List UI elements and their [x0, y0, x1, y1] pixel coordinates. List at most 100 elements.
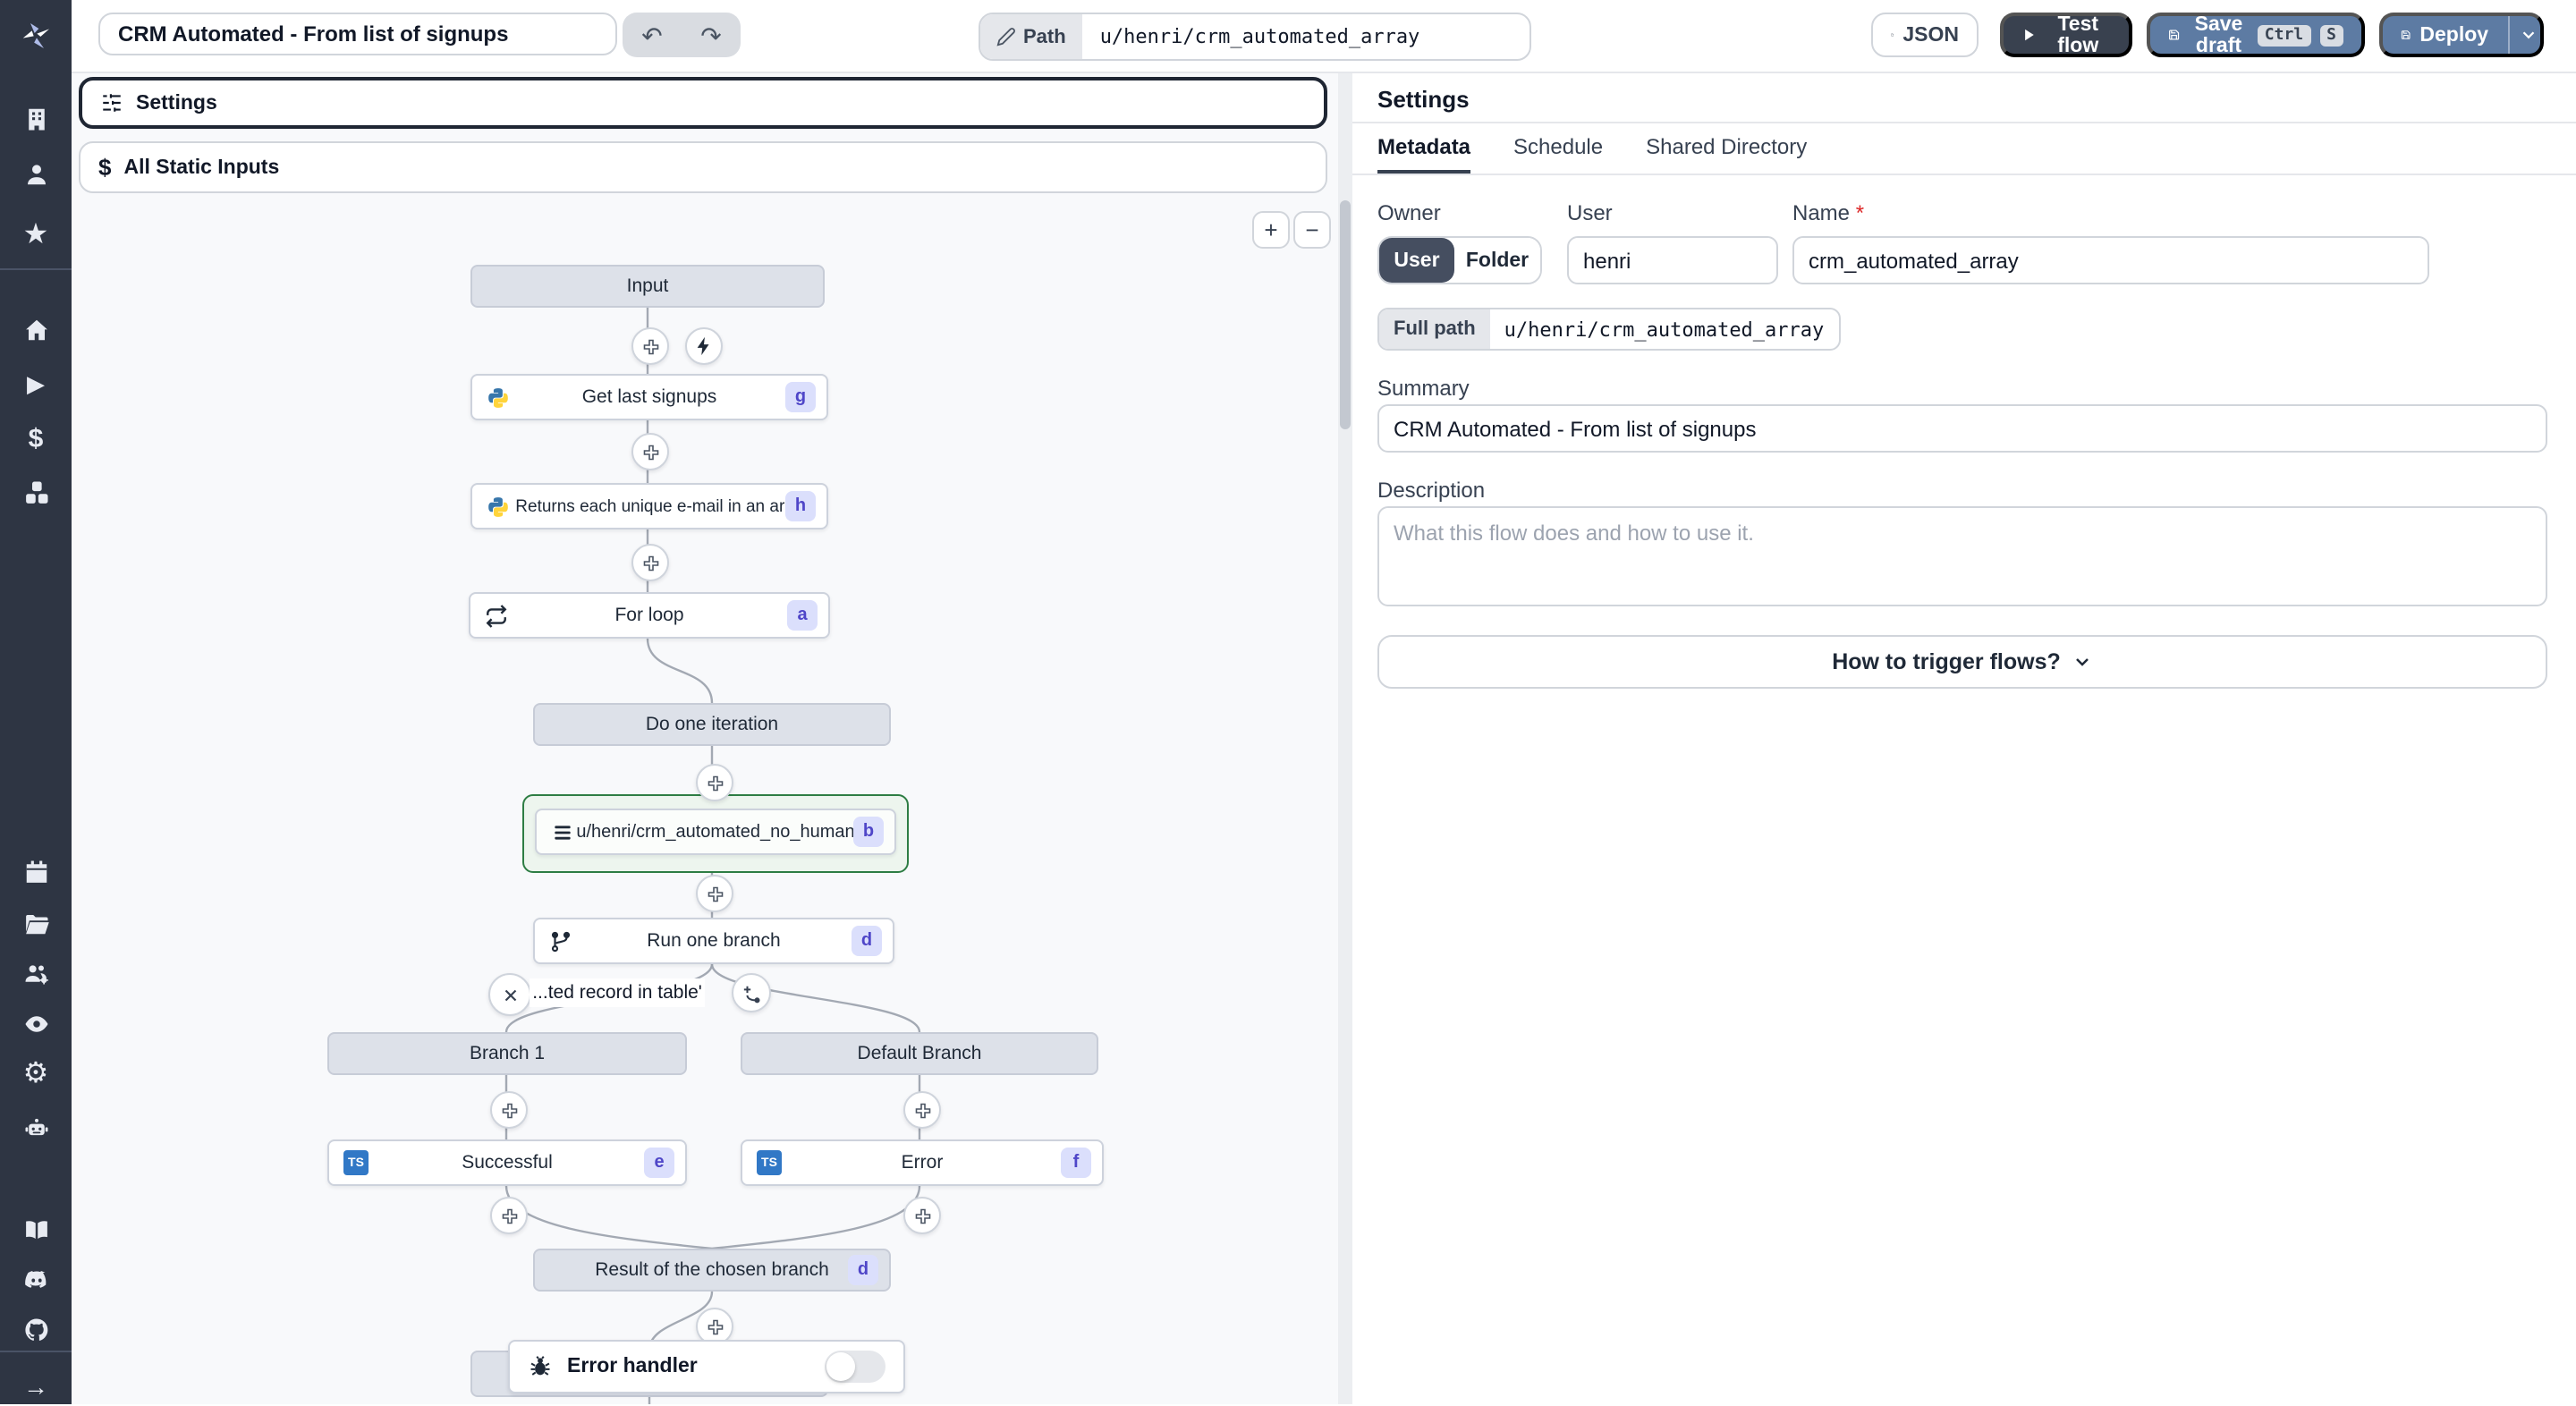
owner-user-option[interactable]: User: [1379, 238, 1454, 283]
deploy-divider: [2508, 16, 2510, 54]
redo-icon[interactable]: ↷: [700, 22, 721, 47]
add-step-button[interactable]: [490, 1197, 528, 1234]
scrollbar-thumb[interactable]: [1340, 200, 1351, 429]
deploy-button[interactable]: Deploy: [2379, 13, 2544, 57]
plus-icon: [707, 1318, 723, 1334]
panel-divider[interactable]: [1338, 72, 1352, 1404]
plus-icon: [642, 555, 658, 571]
windmill-flow-editor: ★ ▶ $ ⚙ → CRM Automated - From list of s…: [0, 0, 2576, 1404]
flow-node-for-loop[interactable]: For loop a: [469, 592, 830, 639]
python-icon: [487, 495, 510, 518]
how-to-trigger-flows-button[interactable]: How to trigger flows?: [1377, 635, 2547, 689]
add-step-button[interactable]: [696, 764, 733, 801]
user-input[interactable]: [1567, 236, 1778, 284]
full-path-chip: Full path: [1379, 309, 1490, 349]
plus-icon: [914, 1207, 930, 1224]
step-id-badge: d: [852, 926, 882, 956]
repeat-loop-icon: [485, 604, 508, 627]
flow-node-result-of-chosen-branch[interactable]: Result of the chosen branch d: [533, 1249, 891, 1292]
node-label: Successful: [462, 1152, 553, 1173]
typescript-icon: TS: [343, 1150, 369, 1175]
add-step-button[interactable]: [903, 1091, 941, 1129]
undo-icon[interactable]: ↶: [641, 22, 662, 47]
folders-icon[interactable]: [0, 903, 72, 943]
ai-robot-icon[interactable]: [0, 1107, 72, 1147]
remove-branch-button[interactable]: [488, 973, 531, 1016]
favorites-star-icon[interactable]: ★: [0, 215, 72, 254]
workspace-icon[interactable]: [0, 98, 72, 138]
add-branch-button[interactable]: [732, 973, 771, 1012]
add-step-button[interactable]: [696, 875, 733, 912]
user-icon[interactable]: [0, 154, 72, 193]
flow-node-unique-emails[interactable]: Returns each unique e-mail in an array h: [470, 483, 828, 529]
dollar-glyph: $: [28, 423, 44, 453]
python-icon: [487, 385, 510, 409]
settings-tabs: Metadata Schedule Shared Directory: [1352, 122, 2576, 175]
plus-icon: [707, 775, 723, 791]
add-step-button[interactable]: [631, 544, 669, 581]
discord-icon[interactable]: [0, 1259, 72, 1299]
flow-node-error[interactable]: TS Error f: [741, 1139, 1104, 1186]
settings-panel: Settings Metadata Schedule Shared Direct…: [1352, 72, 2576, 1404]
flow-node-get-last-signups[interactable]: Get last signups g: [470, 374, 828, 420]
groups-users-gear-icon[interactable]: [0, 953, 72, 993]
flow-node-do-one-iteration[interactable]: Do one iteration: [533, 703, 891, 746]
docs-book-icon[interactable]: [0, 1209, 72, 1249]
save-draft-button[interactable]: Save draft Ctrl S: [2147, 13, 2365, 57]
branch-condition-label: ...ted record in table': [530, 978, 705, 1007]
variables-dollar-icon[interactable]: $: [0, 419, 72, 458]
node-label: Branch 1: [469, 1043, 546, 1064]
home-icon[interactable]: [0, 309, 72, 349]
node-label: Get last signups: [581, 386, 717, 408]
flow-canvas[interactable]: Settings $ All Static Inputs + − Input G…: [72, 72, 1338, 1404]
error-handler-card[interactable]: Error handler: [508, 1340, 905, 1393]
add-step-button[interactable]: [903, 1197, 941, 1234]
test-flow-button[interactable]: Test flow: [2000, 13, 2132, 57]
name-input[interactable]: [1792, 236, 2429, 284]
flow-node-crm-automated-no-human[interactable]: u/henri/crm_automated_no_human b: [535, 809, 896, 855]
name-label-text: Name: [1792, 200, 1851, 225]
flow-node-default-branch[interactable]: Default Branch: [741, 1032, 1098, 1075]
lightning-icon: [697, 336, 709, 356]
description-textarea[interactable]: [1377, 506, 2547, 606]
audit-eye-icon[interactable]: [0, 1004, 72, 1043]
add-step-button[interactable]: [490, 1091, 528, 1129]
tab-schedule[interactable]: Schedule: [1513, 123, 1603, 174]
settings-panel-title: Settings: [1377, 86, 1470, 113]
settings-gear-icon[interactable]: ⚙: [0, 1054, 72, 1093]
github-icon[interactable]: [0, 1309, 72, 1349]
arrow-right-glyph: →: [23, 1372, 48, 1401]
trigger-lightning-button[interactable]: [685, 327, 723, 365]
error-handler-toggle[interactable]: [825, 1351, 886, 1383]
sidebar-divider: [0, 268, 72, 270]
collapse-arrow-right-icon[interactable]: →: [0, 1367, 72, 1406]
add-step-button[interactable]: [631, 327, 669, 365]
node-label: u/henri/crm_automated_no_human: [576, 822, 855, 842]
step-id-badge: a: [787, 600, 818, 631]
tab-metadata[interactable]: Metadata: [1377, 123, 1471, 174]
runs-play-icon[interactable]: ▶: [0, 365, 72, 404]
resources-cubes-icon[interactable]: [0, 472, 72, 512]
schedules-calendar-icon[interactable]: [0, 851, 72, 891]
flow-node-run-one-branch[interactable]: Run one branch d: [533, 918, 894, 964]
json-button[interactable]: JSON: [1871, 13, 1979, 57]
flow-node-branch-1[interactable]: Branch 1: [327, 1032, 687, 1075]
path-field[interactable]: Path u/henri/crm_automated_array: [979, 13, 1531, 61]
tab-shared-directory[interactable]: Shared Directory: [1646, 123, 1807, 174]
summary-label: Summary: [1377, 376, 1470, 401]
sidebar-divider: [0, 1351, 72, 1352]
summary-input[interactable]: [1377, 404, 2547, 453]
node-label: Error: [901, 1152, 944, 1173]
node-label: Result of the chosen branch: [595, 1259, 829, 1281]
chevron-down-icon[interactable]: [2518, 25, 2540, 45]
owner-folder-option[interactable]: Folder: [1454, 238, 1540, 283]
plus-icon: [642, 444, 658, 460]
flow-node-successful[interactable]: TS Successful e: [327, 1139, 687, 1186]
flow-node-input[interactable]: Input: [470, 265, 825, 308]
star-glyph: ★: [22, 220, 49, 250]
flow-title-input[interactable]: [98, 13, 617, 55]
windmill-logo-icon[interactable]: [0, 14, 72, 57]
branch-plus-icon: [742, 985, 759, 1003]
add-step-button[interactable]: [631, 433, 669, 470]
toggle-knob: [826, 1352, 855, 1381]
